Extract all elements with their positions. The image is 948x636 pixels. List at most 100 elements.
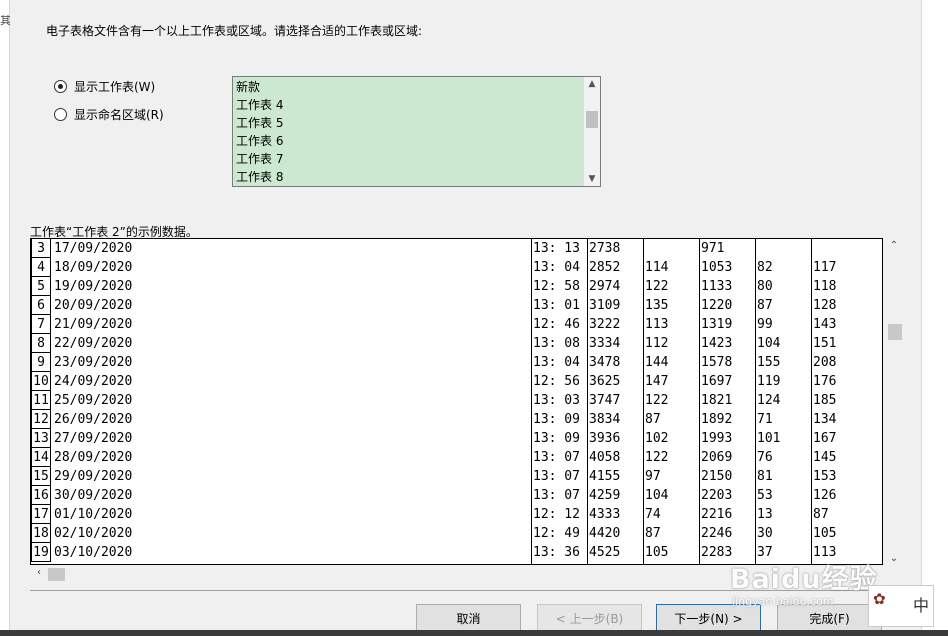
sheet-list-scrollbar[interactable]: ▲ ▼ (583, 77, 600, 186)
row-number: 15 (31, 467, 51, 486)
preview-horizontal-scroll-thumb[interactable] (48, 568, 65, 581)
sheet-list-item[interactable]: 工作表 5 (236, 114, 580, 132)
preview-cell: 147 (645, 374, 669, 389)
preview-cell: 2974 (589, 279, 621, 294)
preview-cell: 12: 49 (533, 526, 580, 541)
preview-cell: 30 (757, 526, 773, 541)
chevron-up-icon[interactable]: ▲ (584, 77, 600, 91)
chevron-down-icon[interactable]: ⌄ (886, 553, 902, 567)
chevron-up-icon[interactable]: ⌃ (886, 240, 902, 254)
preview-cell: 19/09/2020 (54, 279, 133, 294)
preview-cell: 176 (813, 374, 837, 389)
preview-cell: 143 (813, 317, 837, 332)
preview-cell: 135 (645, 298, 669, 313)
preview-cell: 105 (813, 526, 837, 541)
sheet-list-item[interactable]: 工作表 8 (236, 168, 580, 186)
preview-cell: 27/09/2020 (54, 431, 133, 446)
stamp-text: 中 (913, 596, 930, 615)
radio-show-named-ranges[interactable]: 显示命名区域(R) (54, 106, 164, 123)
preview-row: 12 26/09/2020 13: 09 3834 87 1892 71 134 (31, 410, 882, 429)
preview-row: 9 23/09/2020 13: 04 3478 144 1578 155 208 (31, 353, 882, 372)
preview-cell: 151 (813, 336, 837, 351)
preview-cell: 71 (757, 412, 773, 427)
preview-cell: 1053 (701, 260, 733, 275)
preview-cell: 144 (645, 355, 669, 370)
preview-cell: 13: 07 (533, 469, 580, 484)
row-number: 11 (31, 391, 51, 410)
preview-row: 16 30/09/2020 13: 07 4259 104 2203 53 126 (31, 486, 882, 505)
chevron-left-icon[interactable]: ‹ (32, 567, 46, 581)
preview-cell: 12: 12 (533, 507, 580, 522)
sheet-list-scroll-thumb[interactable] (586, 111, 598, 128)
preview-cell: 122 (645, 279, 669, 294)
preview-cell (644, 239, 645, 258)
radio-show-sheets[interactable]: 显示工作表(W) (54, 78, 155, 95)
row-number: 17 (31, 505, 51, 524)
preview-cell: 12: 56 (533, 374, 580, 389)
radio-checked-icon[interactable] (54, 80, 67, 93)
sheet-list-item[interactable]: 工作表 7 (236, 150, 580, 168)
preview-row: 15 29/09/2020 13: 07 4155 97 2150 81 153 (31, 467, 882, 486)
preview-cell: 2203 (701, 488, 733, 503)
preview-row: 10 24/09/2020 12: 56 3625 147 1697 119 176 (31, 372, 882, 391)
preview-cell: 18/09/2020 (54, 260, 133, 275)
preview-cell: 24/09/2020 (54, 374, 133, 389)
preview-cell: 1697 (701, 374, 733, 389)
preview-cell: 155 (757, 355, 781, 370)
preview-cell: 4058 (589, 450, 621, 465)
chevron-down-icon[interactable]: ▼ (584, 172, 600, 186)
sheet-listbox[interactable]: 新款 工作表 4 工作表 5 工作表 6 工作表 7 工作表 8 ▲ ▼ (232, 76, 601, 187)
preview-cell: 13: 03 (533, 393, 580, 408)
row-number: 6 (31, 296, 51, 315)
preview-cell: 208 (813, 355, 837, 370)
preview-cell: 22/09/2020 (54, 336, 133, 351)
row-number: 14 (31, 448, 51, 467)
preview-cell: 76 (757, 450, 773, 465)
preview-cell: 101 (757, 431, 781, 446)
preview-cell: 87 (645, 526, 661, 541)
preview-cell: 3478 (589, 355, 621, 370)
preview-cell: 97 (645, 469, 661, 484)
preview-cell: 117 (813, 260, 837, 275)
row-number: 18 (31, 524, 51, 543)
preview-row: 14 28/09/2020 13: 07 4058 122 2069 76 145 (31, 448, 882, 467)
preview-cell: 113 (645, 317, 669, 332)
sheet-list-item[interactable]: 工作表 6 (236, 132, 580, 150)
preview-cell: 13: 09 (533, 431, 580, 446)
row-number: 9 (31, 353, 51, 372)
preview-row: 13 27/09/2020 13: 09 3936 102 1993 101 167 (31, 429, 882, 448)
preview-cell: 2150 (701, 469, 733, 484)
preview-cell: 2069 (701, 450, 733, 465)
preview-cell: 4525 (589, 545, 621, 560)
background-window-strip: 其 (0, 0, 11, 636)
preview-cell: 13: 08 (533, 336, 580, 351)
preview-row: 5 19/09/2020 12: 58 2974 122 1133 80 118 (31, 277, 882, 296)
preview-cell: 3222 (589, 317, 621, 332)
taskbar (0, 630, 948, 636)
preview-cell: 17/09/2020 (54, 241, 133, 256)
sheet-list-item[interactable]: 新款 (236, 78, 580, 96)
preview-cell: 13: 09 (533, 412, 580, 427)
radio-unchecked-icon[interactable] (54, 108, 67, 121)
preview-cell: 29/09/2020 (54, 469, 133, 484)
preview-cell: 1993 (701, 431, 733, 446)
preview-row: 18 02/10/2020 12: 49 4420 87 2246 30 105 (31, 524, 882, 543)
preview-cell: 13: 04 (533, 355, 580, 370)
preview-vertical-scroll-thumb[interactable] (888, 324, 902, 340)
preview-vertical-scrollbar[interactable]: ⌃ ⌄ (886, 238, 902, 565)
preview-cell: 23/09/2020 (54, 355, 133, 370)
preview-cell: 13: 07 (533, 450, 580, 465)
preview-cell: 1892 (701, 412, 733, 427)
preview-cell: 81 (757, 469, 773, 484)
preview-row: 11 25/09/2020 13: 03 3747 122 1821 124 185 (31, 391, 882, 410)
preview-cell: 02/10/2020 (54, 526, 133, 541)
row-number: 10 (31, 372, 51, 391)
radio-show-sheets-label: 显示工作表(W) (74, 80, 156, 94)
sheet-list-item[interactable]: 工作表 4 (236, 96, 580, 114)
preview-cell: 01/10/2020 (54, 507, 133, 522)
row-number: 7 (31, 315, 51, 334)
preview-cell: 13: 04 (533, 260, 580, 275)
preview-cell: 1319 (701, 317, 733, 332)
preview-cell: 87 (813, 507, 829, 522)
preview-cell: 2216 (701, 507, 733, 522)
